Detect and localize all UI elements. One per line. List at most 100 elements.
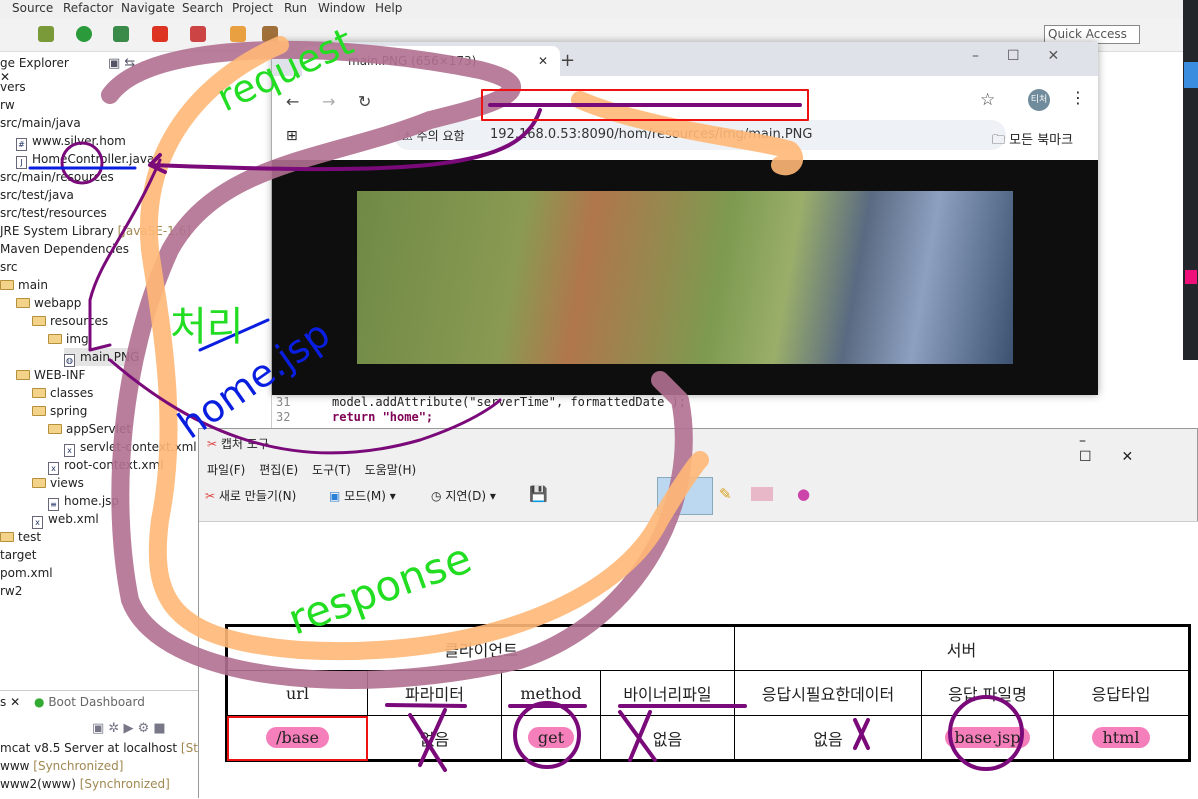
server-toolbar-icons[interactable]: ▣ ✲ ▶ ⚙ ■: [92, 721, 166, 736]
request-response-table: 클라이언트 서버 url 파라미터 method 바이너리파일 응답시필요한데이…: [225, 624, 1191, 762]
folder-icon: [32, 478, 46, 488]
run-server-icon[interactable]: [113, 26, 129, 42]
menu-help[interactable]: 도움말(H): [365, 463, 417, 477]
tree-item[interactable]: img: [48, 330, 89, 348]
tree-item[interactable]: WEB-INF: [16, 366, 85, 384]
server-row[interactable]: www2(www) [Synchronized]: [0, 775, 170, 793]
url-text[interactable]: 192.168.0.53:8090/hom/resources/img/main…: [490, 127, 812, 142]
window-controls[interactable]: –☐✕: [1079, 433, 1197, 465]
menu-refactor[interactable]: Refactor: [63, 1, 113, 15]
tree-item[interactable]: x web.xml: [32, 510, 99, 529]
menu-source[interactable]: Source: [12, 1, 53, 15]
aspectj-icon[interactable]: [230, 26, 246, 42]
tree-item-label: servlet-context.xml: [80, 440, 197, 454]
reload-icon[interactable]: ↻: [358, 92, 371, 111]
code-editor[interactable]: 31 model.addAttribute("serverTime", form…: [272, 395, 1183, 430]
tree-item-label: img: [66, 332, 89, 346]
folder-icon: [16, 370, 30, 380]
tree-item[interactable]: x servlet-context.xml: [64, 438, 197, 457]
new-capture-button[interactable]: ✂ 새로 만들기(N): [205, 487, 296, 504]
menu-run[interactable]: Run: [284, 1, 307, 15]
tree-item[interactable]: resources: [32, 312, 108, 330]
tree-item[interactable]: rw2: [0, 582, 22, 600]
tree-item-label: web.xml: [48, 512, 99, 526]
profile-avatar[interactable]: 티처: [1028, 89, 1050, 111]
new-tab-icon[interactable]: +: [560, 50, 575, 71]
tree-item[interactable]: rw: [0, 96, 15, 114]
collapse-all-icon[interactable]: ▣ ⇆: [108, 56, 135, 71]
tree-item[interactable]: ≡ home.jsp: [48, 492, 119, 511]
save-icon[interactable]: 💾: [529, 485, 548, 503]
servers-tab[interactable]: s ✕: [0, 695, 20, 709]
drawing-tool-palette[interactable]: [1183, 0, 1198, 360]
tree-item[interactable]: ◍ main.PNG: [64, 348, 140, 367]
tree-item[interactable]: src/main/resources: [0, 168, 114, 186]
menu-icon[interactable]: ⋮: [1070, 88, 1086, 107]
menu-search[interactable]: Search: [182, 1, 223, 15]
menu-file[interactable]: 파일(F): [207, 463, 245, 477]
tree-item[interactable]: webapp: [16, 294, 81, 312]
all-bookmarks[interactable]: 🗀 모든 북마크: [992, 129, 1073, 153]
tree-item[interactable]: spring: [32, 402, 87, 420]
launch-icon[interactable]: [190, 26, 206, 42]
close-tab-icon[interactable]: ✕: [538, 54, 548, 68]
stop-icon[interactable]: [152, 26, 168, 42]
folder-icon: [16, 298, 30, 308]
apps-icon[interactable]: ⊞: [286, 128, 298, 144]
tree-item[interactable]: src/test/java: [0, 186, 74, 204]
tree-item[interactable]: appServlet: [48, 420, 131, 438]
spring-boot-icon: ●: [34, 695, 45, 709]
tree-item[interactable]: JRE System Library [JavaSE-1.6]: [0, 222, 191, 240]
tree-item[interactable]: main: [0, 276, 48, 294]
menu-project[interactable]: Project: [232, 1, 273, 15]
menu-help[interactable]: Help: [375, 1, 402, 15]
tree-item[interactable]: classes: [32, 384, 93, 402]
new-type-icon[interactable]: [262, 26, 278, 42]
column-header: method: [501, 670, 601, 716]
back-icon[interactable]: ←: [286, 92, 299, 111]
bookmark-star-icon[interactable]: ☆: [980, 90, 995, 110]
tree-item[interactable]: pom.xml: [0, 564, 53, 582]
address-bar[interactable]: ⚠ 주의 요함 192.168.0.53:8090/hom/resources/…: [394, 120, 1006, 150]
window-controls[interactable]: –☐✕: [972, 48, 1087, 64]
tree-item-label: src/main/java: [0, 116, 81, 130]
tree-item-label: main: [18, 278, 48, 292]
tree-item[interactable]: target: [0, 546, 37, 564]
highlighter-icon[interactable]: ✎: [719, 485, 732, 503]
boot-dashboard-tab[interactable]: ● Boot Dashboard: [34, 695, 145, 709]
forward-icon[interactable]: →: [322, 92, 335, 111]
delay-button[interactable]: ◷ 지연(D) ▾: [431, 487, 496, 504]
tree-item[interactable]: src: [0, 258, 18, 276]
menu-tools[interactable]: 도구(T): [312, 463, 351, 477]
package-explorer-tab[interactable]: ge Explorer ✕: [0, 52, 82, 84]
tree-item[interactable]: x root-context.xml: [48, 456, 164, 475]
tree-item[interactable]: Maven Dependencies: [0, 240, 129, 258]
tree-item-label: appServlet: [66, 422, 132, 436]
server-row[interactable]: mcat v8.5 Server at localhost [Starte: [0, 739, 222, 757]
pen-button[interactable]: [657, 477, 713, 515]
menu-edit[interactable]: 편집(E): [259, 463, 298, 477]
tree-item[interactable]: vers: [0, 78, 26, 96]
security-warning[interactable]: ⚠ 주의 요함: [402, 127, 465, 144]
run-icon[interactable]: [76, 26, 92, 42]
tree-item[interactable]: src/main/java: [0, 114, 81, 132]
tree-item[interactable]: src/test/resources: [0, 204, 107, 222]
paint3d-icon[interactable]: ●: [797, 485, 810, 503]
tree-item[interactable]: J HomeController.java: [16, 150, 154, 169]
browser-tab[interactable]: main.PNG (656×173) ✕: [302, 46, 560, 78]
tree-item[interactable]: test: [0, 528, 41, 546]
menu-navigate[interactable]: Navigate: [121, 1, 175, 15]
tree-item-label: src/test/java: [0, 188, 74, 202]
menu-window[interactable]: Window: [318, 1, 365, 15]
chrome-window: main.PNG (656×173) ✕ + –☐✕ ← → ↻ ⚠ 주의 요함 …: [272, 42, 1098, 395]
tree-item-label: classes: [50, 386, 94, 400]
tree-item-label: Maven Dependencies: [0, 242, 130, 256]
mode-button[interactable]: ▣ 모드(M) ▾: [329, 487, 396, 504]
debug-icon[interactable]: [38, 26, 54, 42]
tree-item[interactable]: views: [32, 474, 84, 492]
group-header: 클라이언트: [226, 625, 735, 671]
tree-item-label: www.silver.hom: [32, 134, 126, 148]
server-row[interactable]: www [Synchronized]: [0, 757, 123, 775]
tree-item[interactable]: # www.silver.hom: [16, 132, 126, 151]
eraser-icon[interactable]: [751, 487, 773, 501]
